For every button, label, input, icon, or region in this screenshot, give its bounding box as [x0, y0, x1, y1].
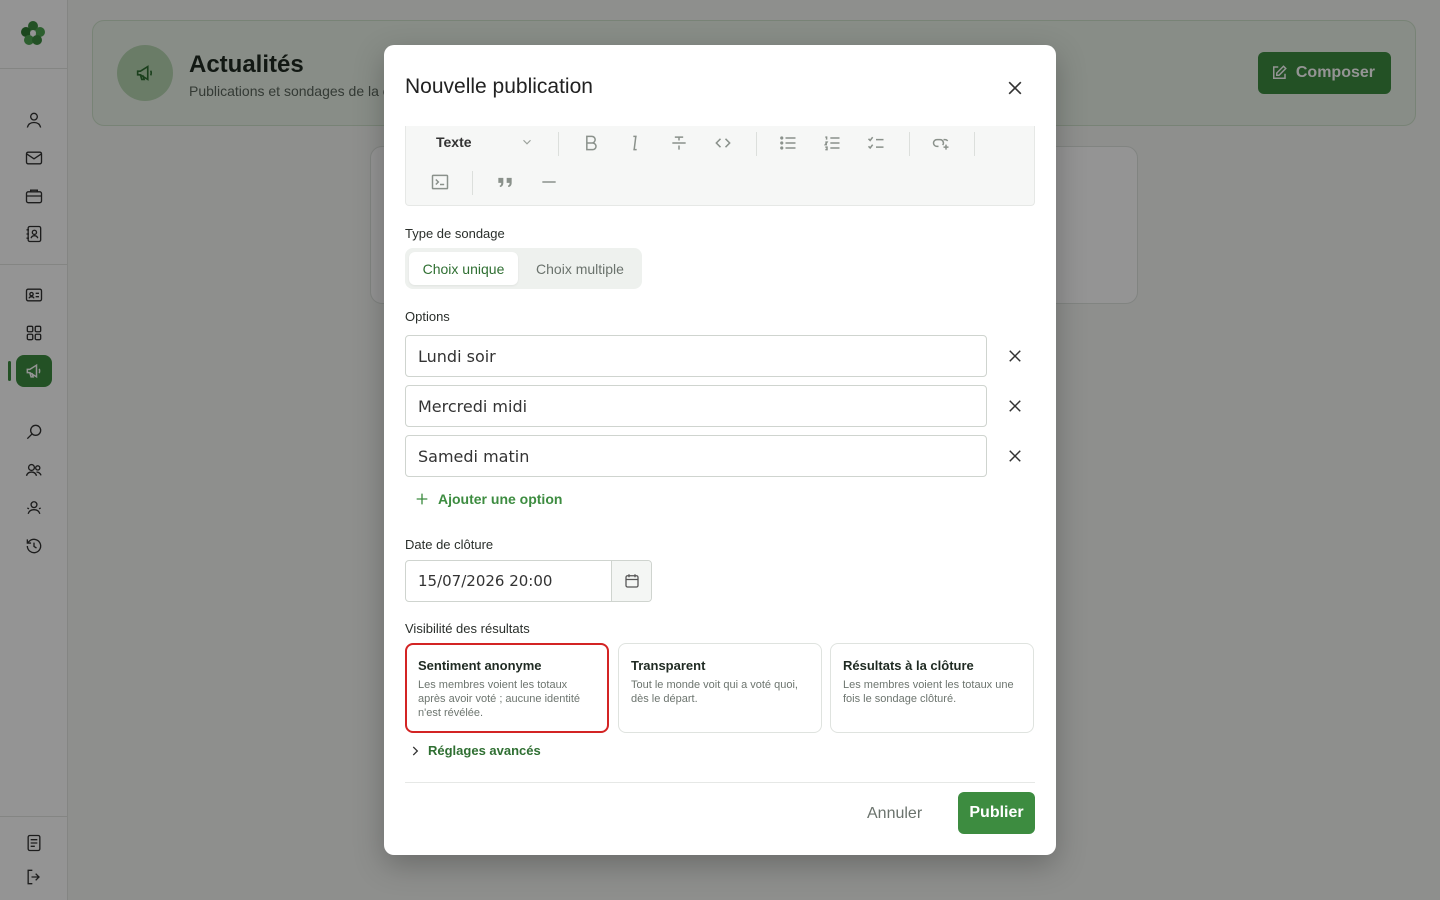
- new-post-modal: Nouvelle publication Texte Type de sonda…: [384, 45, 1056, 855]
- checklist-icon[interactable]: [862, 129, 890, 157]
- numbered-list-icon[interactable]: [818, 129, 846, 157]
- visibility-card-transparent[interactable]: Transparent Tout le monde voit qui a vot…: [618, 643, 822, 733]
- close-date-value[interactable]: 15/07/2026 20:00: [406, 561, 611, 601]
- add-option-label: Ajouter une option: [438, 491, 563, 507]
- visibility-card-title: Transparent: [631, 658, 706, 673]
- close-icon[interactable]: [1002, 343, 1028, 369]
- horizontal-rule-icon[interactable]: [535, 168, 563, 196]
- bold-icon[interactable]: [577, 129, 605, 157]
- options-label: Options: [405, 309, 450, 324]
- poll-type-label: Type de sondage: [405, 226, 505, 241]
- advanced-settings-label: Réglages avancés: [428, 743, 541, 758]
- toolbar-divider: [756, 132, 757, 156]
- strikethrough-icon[interactable]: [665, 129, 693, 157]
- toolbar-divider: [558, 132, 559, 156]
- close-icon[interactable]: [1002, 393, 1028, 419]
- editor-toolbar: Texte: [405, 126, 1035, 206]
- visibility-card-desc: Les membres voient les totaux après avoi…: [418, 679, 581, 719]
- visibility-card-desc: Tout le monde voit qui a voté quoi, dès …: [631, 679, 798, 705]
- multiple-choice-option[interactable]: Choix multiple: [522, 252, 638, 285]
- add-option-button[interactable]: Ajouter une option: [414, 491, 562, 507]
- code-icon[interactable]: [709, 129, 737, 157]
- toolbar-divider: [909, 132, 910, 156]
- chevron-down-icon: [523, 139, 531, 145]
- visibility-card-title: Sentiment anonyme: [418, 658, 542, 673]
- italic-icon[interactable]: [621, 129, 649, 157]
- single-choice-option[interactable]: Choix unique: [409, 252, 518, 285]
- block-type-label: Texte: [436, 134, 472, 150]
- chevron-right-icon: [412, 745, 419, 756]
- option-input[interactable]: Samedi matin: [405, 435, 987, 477]
- toolbar-divider: [974, 132, 975, 156]
- cancel-button[interactable]: Annuler: [867, 796, 922, 832]
- plus-icon: [416, 493, 428, 505]
- option-input[interactable]: Lundi soir: [405, 335, 987, 377]
- calendar-icon[interactable]: [611, 561, 651, 601]
- visibility-card-anonymous[interactable]: Sentiment anonyme Les membres voient les…: [405, 643, 609, 733]
- publish-button[interactable]: Publier: [958, 792, 1035, 834]
- visibility-card-results-at-close[interactable]: Résultats à la clôture Les membres voien…: [830, 643, 1034, 733]
- advanced-settings-toggle[interactable]: Réglages avancés: [408, 743, 541, 758]
- option-input[interactable]: Mercredi midi: [405, 385, 987, 427]
- visibility-card-desc: Les membres voient les totaux une fois l…: [843, 679, 1014, 705]
- close-date-label: Date de clôture: [405, 537, 494, 552]
- modal-footer-divider: [405, 782, 1035, 783]
- toolbar-divider: [472, 171, 473, 195]
- block-type-select[interactable]: Texte: [436, 130, 534, 154]
- visibility-label: Visibilité des résultats: [405, 621, 530, 636]
- modal-title: Nouvelle publication: [405, 75, 593, 98]
- close-date-field[interactable]: 15/07/2026 20:00: [405, 560, 652, 602]
- close-icon[interactable]: [1002, 443, 1028, 469]
- visibility-card-title: Résultats à la clôture: [843, 658, 974, 673]
- code-block-icon[interactable]: [426, 168, 454, 196]
- bullet-list-icon[interactable]: [774, 129, 802, 157]
- link-icon[interactable]: [927, 129, 955, 157]
- poll-type-toggle: Choix unique Choix multiple: [405, 248, 642, 289]
- quote-icon[interactable]: [491, 168, 519, 196]
- close-icon[interactable]: [1002, 75, 1028, 101]
